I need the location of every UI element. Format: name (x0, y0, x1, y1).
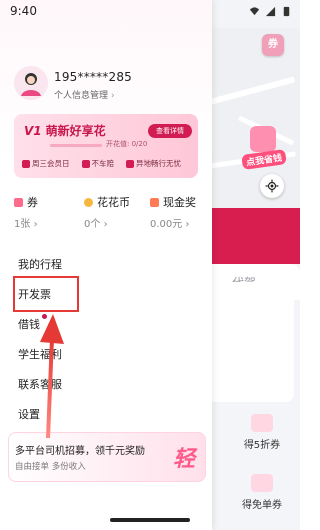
perk-remote-travel: 异地畅行无忧 (126, 158, 181, 169)
profile-section[interactable]: 195*****285 个人信息管理 › (14, 66, 204, 104)
side-drawer: 195*****285 个人信息管理 › V1 萌新好享花 查看详情 开花值: 0/… (0, 0, 212, 530)
locate-button[interactable] (260, 174, 284, 198)
stat-flower-coins[interactable]: 花花币 0个 › (84, 194, 148, 230)
driver-recruit-banner[interactable]: 多平台司机招募，领千元奖励 自由接单 多份收入 轻 (8, 432, 206, 482)
chevron-right-icon: › (111, 91, 115, 101)
arrow-up-icon (40, 314, 64, 438)
status-icons (249, 6, 292, 17)
clock-icon (81, 159, 90, 168)
avatar[interactable] (14, 66, 48, 100)
coin-icon (84, 197, 93, 207)
signal-icon (265, 6, 276, 17)
cash-icon (150, 197, 159, 207)
coupon-icon (251, 474, 273, 492)
coupon-icon (14, 197, 23, 207)
recruit-logo-icon: 轻 (172, 447, 195, 472)
wifi-icon (249, 7, 260, 16)
phone-number: 195*****285 (54, 70, 133, 84)
vip-perks: 周三会员日 不车赔 异地畅行无忧 (22, 158, 181, 169)
route-icon (126, 159, 134, 168)
avatar-icon (14, 66, 48, 100)
vip-progress-label: 开花值: 0/20 (106, 140, 148, 148)
vip-details-button[interactable]: 查看详情 (148, 124, 192, 138)
perk-car-compensation: 不车赔 (81, 158, 114, 169)
coupon-item-free[interactable]: 得免单券 (232, 474, 292, 511)
wallet-stats: 券 1张 › 花花币 0个 › 现金奖 0.00元 › (14, 194, 204, 234)
profile-manage-link[interactable]: 个人信息管理 › (54, 88, 115, 101)
status-bar: 9:40 (0, 0, 300, 24)
status-time: 9:40 (10, 4, 37, 18)
vip-progress-bar (50, 144, 102, 147)
perk-member-day: 周三会员日 (22, 158, 70, 169)
calendar-icon (22, 159, 30, 168)
coupon-icon (251, 414, 273, 432)
coupon-item-discount[interactable]: 得5折券 (232, 414, 292, 451)
stat-coupons[interactable]: 券 1张 › (14, 194, 78, 230)
promo-badge[interactable]: 点我省钱 (241, 126, 288, 170)
battery-icon (283, 6, 290, 17)
vip-title: V1 萌新好享花 (24, 124, 106, 138)
stat-cash-reward[interactable]: 现金奖 0.00元 › (150, 194, 214, 230)
background-card (206, 282, 294, 402)
menu-item-my-trips[interactable]: 我的行程 (18, 256, 62, 272)
home-indicator[interactable] (110, 518, 190, 522)
vip-card[interactable]: V1 萌新好享花 查看详情 开花值: 0/20 周三会员日 不车赔 异地畅行无忧 (14, 114, 198, 178)
locate-icon (265, 179, 279, 193)
promo-tile-icon[interactable]: 券 (262, 34, 284, 56)
